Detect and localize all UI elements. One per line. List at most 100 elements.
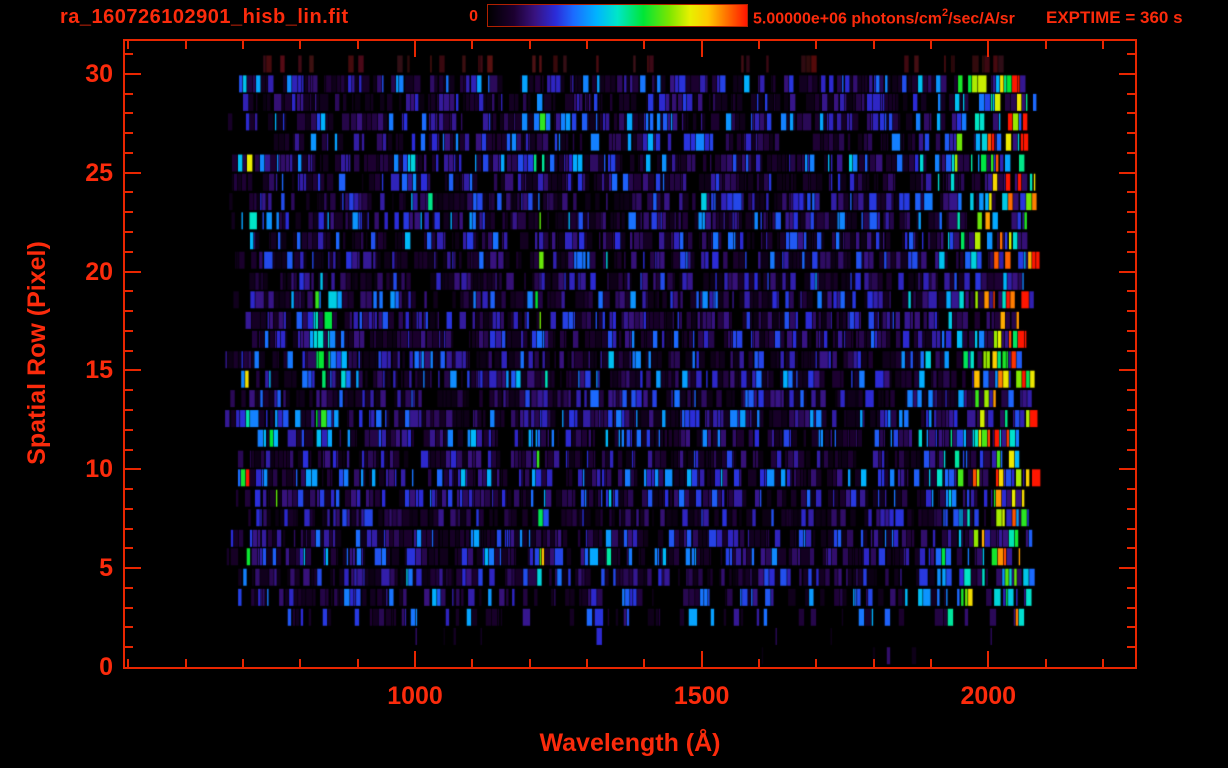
axis-tick [125, 251, 133, 253]
axis-tick [1102, 659, 1104, 667]
axis-tick [815, 659, 817, 667]
axis-tick [701, 651, 703, 667]
axis-tick [1127, 231, 1135, 233]
axis-tick [185, 659, 187, 667]
y-tick-label: 10 [85, 455, 113, 484]
axis-tick [125, 626, 133, 628]
axis-tick [125, 468, 141, 470]
axis-tick [1127, 409, 1135, 411]
axis-tick [1127, 626, 1135, 628]
axis-tick [1127, 350, 1135, 352]
axis-tick [643, 41, 645, 49]
axis-tick [1127, 429, 1135, 431]
axis-tick [1102, 41, 1104, 49]
axis-tick [1127, 528, 1135, 530]
y-tick-label: 30 [85, 59, 113, 88]
plot-axes-box [123, 39, 1137, 669]
axis-tick [125, 528, 133, 530]
axis-tick [701, 41, 703, 57]
axis-tick [125, 330, 133, 332]
x-tick-label: 1000 [387, 682, 443, 710]
axis-tick [1127, 607, 1135, 609]
axis-tick [1127, 449, 1135, 451]
axis-tick [414, 41, 416, 57]
y-tick-label: 15 [85, 356, 113, 385]
exptime-label: EXPTIME = 360 s [1046, 8, 1183, 27]
axis-tick [125, 607, 133, 609]
axis-tick [125, 271, 141, 273]
axis-tick [125, 211, 133, 213]
axis-tick [873, 659, 875, 667]
axis-tick [1119, 271, 1135, 273]
axis-tick [529, 659, 531, 667]
axis-tick [125, 646, 133, 648]
axis-tick [299, 41, 301, 49]
axis-tick [471, 659, 473, 667]
axis-tick [125, 132, 133, 134]
colorbar-units-suffix: /sec/A/sr [948, 10, 1015, 28]
axis-tick [1127, 508, 1135, 510]
axis-tick [1127, 646, 1135, 648]
axis-tick [125, 350, 133, 352]
x-tick-label: 2000 [960, 682, 1017, 710]
axis-tick [125, 53, 133, 55]
y-axis-title: Spatial Row (Pixel) [23, 241, 51, 465]
axis-tick [125, 389, 133, 391]
axis-tick [125, 369, 141, 371]
axis-tick [1127, 330, 1135, 332]
axis-tick [125, 587, 133, 589]
axis-tick [125, 112, 133, 114]
x-axis-title: Wavelength (Å) [539, 729, 721, 757]
axis-tick [127, 659, 129, 667]
filename-title: ra_160726102901_hisb_lin.fit [60, 6, 349, 28]
axis-tick [357, 41, 359, 49]
axis-tick [1127, 93, 1135, 95]
axis-tick [125, 409, 133, 411]
axis-tick [1045, 659, 1047, 667]
axis-tick [357, 659, 359, 667]
axis-tick [586, 659, 588, 667]
axis-tick [242, 41, 244, 49]
axis-tick [529, 41, 531, 49]
axis-tick [125, 488, 133, 490]
axis-tick [125, 449, 133, 451]
axis-tick [125, 547, 133, 549]
y-tick-label: 5 [99, 554, 113, 583]
axis-tick [185, 41, 187, 49]
axis-tick [586, 41, 588, 49]
axis-tick [1119, 73, 1135, 75]
axis-tick [414, 651, 416, 667]
axis-tick [1127, 152, 1135, 154]
axis-tick [125, 567, 141, 569]
axis-tick [873, 41, 875, 49]
axis-tick [125, 429, 133, 431]
axis-tick [1119, 567, 1135, 569]
x-tick-label: 1500 [673, 682, 730, 710]
axis-tick [643, 659, 645, 667]
axis-tick [758, 659, 760, 667]
axis-tick [1127, 587, 1135, 589]
axis-tick [1127, 251, 1135, 253]
axis-tick [758, 41, 760, 49]
axis-tick [1045, 41, 1047, 49]
axis-tick [127, 41, 129, 49]
axis-tick [125, 73, 141, 75]
axis-tick [1127, 290, 1135, 292]
axis-tick [1127, 112, 1135, 114]
axis-tick [815, 41, 817, 49]
y-tick-label: 0 [99, 653, 113, 681]
axis-tick [299, 659, 301, 667]
axis-tick [1127, 191, 1135, 193]
colorbar-max-value: 5.00000e+06 [753, 10, 847, 28]
axis-tick [125, 290, 133, 292]
axis-tick [125, 231, 133, 233]
axis-tick [1127, 389, 1135, 391]
axis-tick [1119, 172, 1135, 174]
colorbar-units-prefix: photons/cm [851, 10, 942, 28]
axis-tick [1127, 132, 1135, 134]
colorbar-gradient [487, 4, 748, 27]
axis-tick [987, 41, 989, 57]
axis-tick [1119, 369, 1135, 371]
axis-tick [930, 41, 932, 49]
axis-tick [125, 152, 133, 154]
